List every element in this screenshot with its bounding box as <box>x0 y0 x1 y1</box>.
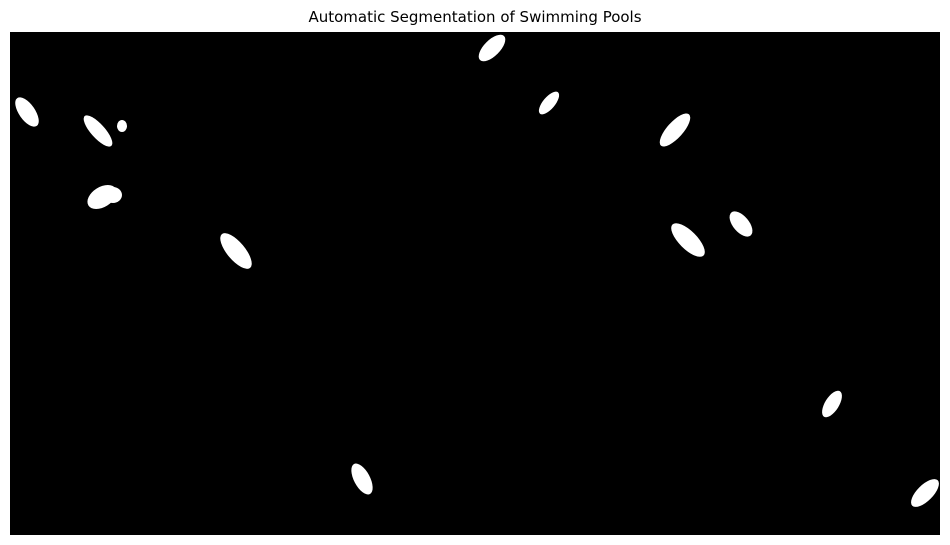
pool-blob <box>117 120 127 132</box>
segmentation-mask-image <box>10 32 940 535</box>
figure-title: Automatic Segmentation of Swimming Pools <box>308 8 642 26</box>
pool-blob <box>104 187 122 203</box>
mask-background <box>10 32 940 535</box>
segmentation-mask-svg <box>10 32 940 535</box>
